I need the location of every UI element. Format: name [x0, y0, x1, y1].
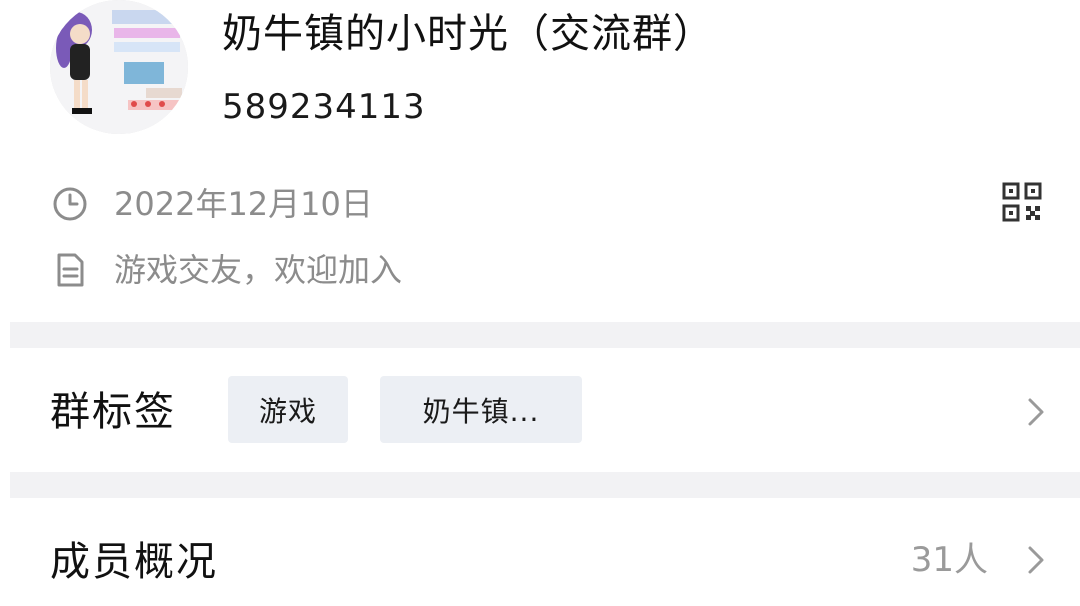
chevron-right-icon[interactable] — [1024, 392, 1048, 432]
group-tags-row[interactable]: 群标签 游戏 奶牛镇... — [0, 348, 1080, 472]
group-name: 奶牛镇的小时光（交流群） — [222, 11, 714, 57]
description-text: 游戏交友，欢迎加入 — [114, 251, 403, 289]
created-date-row: 2022年12月10日 — [50, 180, 373, 228]
group-tags-title: 群标签 — [50, 389, 176, 435]
qr-code-icon — [1002, 182, 1042, 226]
description-row: 游戏交友，欢迎加入 — [50, 246, 402, 294]
group-profile-page: 奶牛镇的小时光（交流群） 589234113 2022年12月10日 游戏交友，… — [0, 0, 1080, 606]
created-date-text: 2022年12月10日 — [114, 185, 373, 223]
group-header: 奶牛镇的小时光（交流群） 589234113 — [0, 0, 1080, 160]
member-count: 31人 — [910, 540, 988, 580]
document-icon — [50, 250, 90, 290]
tag-cow-town[interactable]: 奶牛镇... — [380, 376, 582, 443]
section-divider — [10, 322, 1080, 348]
tag-game[interactable]: 游戏 — [228, 376, 348, 443]
clock-icon — [50, 184, 90, 224]
group-id: 589234113 — [222, 87, 426, 127]
group-avatar[interactable] — [50, 0, 188, 134]
section-divider — [10, 472, 1080, 498]
qr-code-button[interactable] — [1000, 182, 1044, 226]
chevron-right-icon[interactable] — [1024, 540, 1048, 580]
members-overview-title: 成员概况 — [50, 539, 218, 585]
members-overview-row[interactable]: 成员概况 31人 — [0, 498, 1080, 606]
avatar-image — [50, 0, 188, 134]
